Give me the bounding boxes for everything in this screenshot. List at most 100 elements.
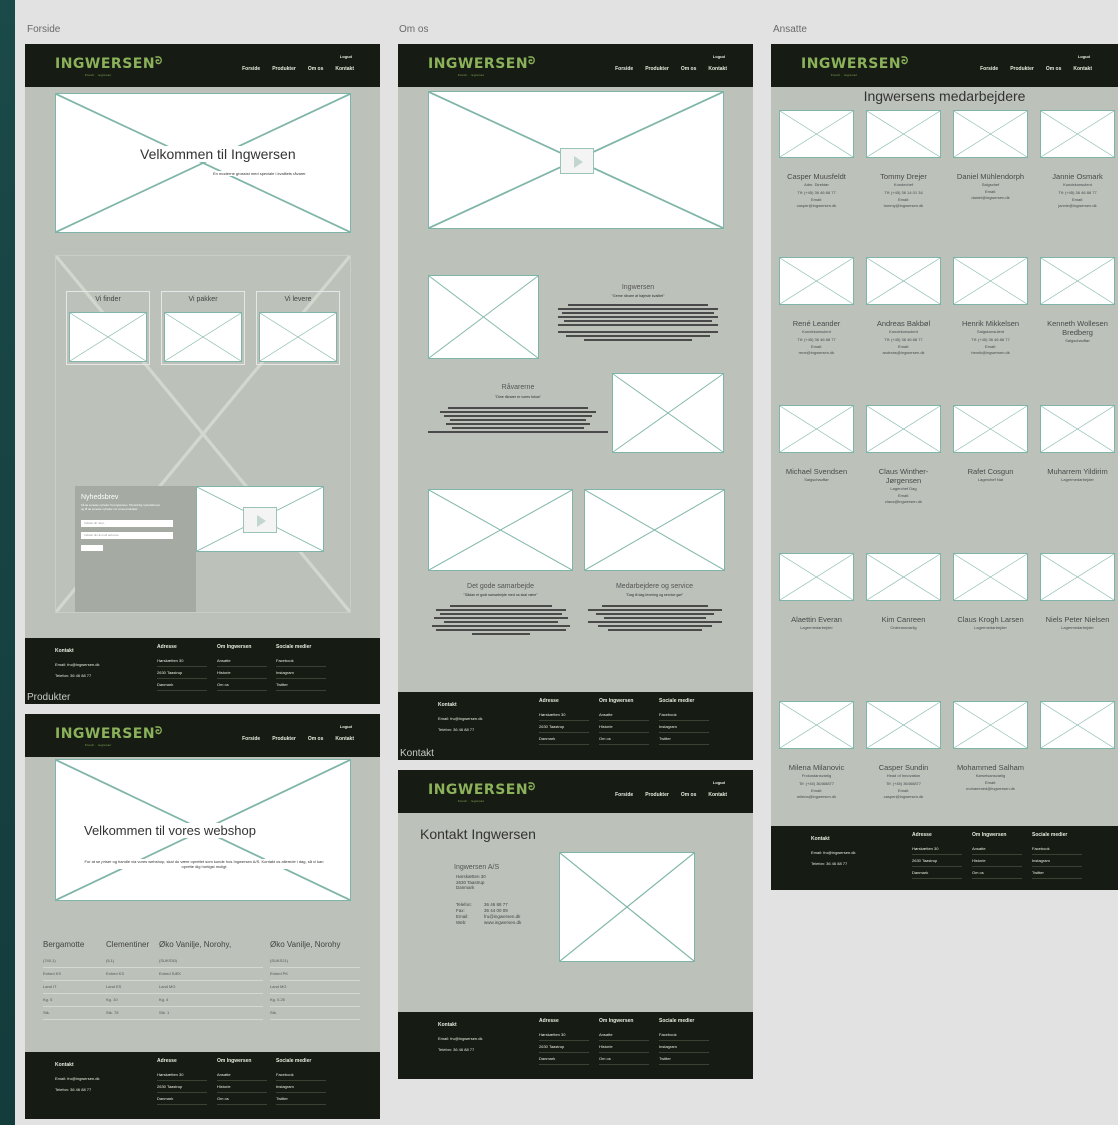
nav-om-os[interactable]: Om os [1046,66,1062,72]
employee-phone[interactable]: Tlf: (+45) 36468877 [866,780,941,788]
nav-om-os[interactable]: Om os [681,792,697,798]
footer-link[interactable]: Instagram [659,1041,709,1053]
footer-link[interactable]: Historie [217,1081,267,1093]
footer-link[interactable]: Twitter [1032,867,1082,879]
footer-email[interactable]: Email: fru@ingwersen.dk [811,847,856,858]
footer-link[interactable]: Facebook [276,655,326,667]
logo[interactable]: INGWERSENᘒ [428,56,536,72]
logo[interactable]: INGWERSENᘒ [428,782,536,798]
nav-produkter[interactable]: Produkter [645,792,669,798]
play-icon[interactable] [243,507,277,533]
footer-col-title: Om Ingwersen [599,698,634,704]
logout-link[interactable]: Logud [340,54,352,59]
footer-link[interactable]: Historie [599,1041,649,1053]
nav-produkter[interactable]: Produkter [645,66,669,72]
employee-phone[interactable]: Tlf: (+45) 36 46 88 77 [866,336,941,344]
nav-forside[interactable]: Forside [242,736,260,742]
footer-email[interactable]: Email: fru@ingwersen.dk [55,1073,100,1084]
employee-email[interactable]: daniel@ingwersen.dk [953,195,1028,201]
logo[interactable]: INGWERSENᘒ [55,726,163,742]
employee-phone[interactable]: Tlf: (+45) 36 46 88 77 [779,336,854,344]
nav-kontakt[interactable]: Kontakt [335,736,354,742]
footer-link[interactable]: Historie [599,721,649,733]
logout-link[interactable]: Logud [340,724,352,729]
footer-link[interactable]: Instagram [276,667,326,679]
nav-kontakt[interactable]: Kontakt [708,792,727,798]
nav-forside[interactable]: Forside [615,66,633,72]
employee-phone[interactable]: Tlf: (+45) 36468877 [779,780,854,788]
employee-email[interactable]: casper@ingwersen.dk [866,794,941,800]
product-card[interactable]: Øko Vanilje, Norohy (SUKS21) Enhed PK Land … [270,940,360,1020]
footer-email[interactable]: Email: fru@ingwersen.dk [438,713,483,724]
footer-link[interactable]: Twitter [659,733,709,745]
logo[interactable]: INGWERSENᘒ [55,56,163,72]
nav-produkter[interactable]: Produkter [272,66,296,72]
footer-link[interactable]: Ansatte [599,1029,649,1041]
nav-produkter[interactable]: Produkter [272,736,296,742]
footer-link[interactable]: Om os [217,1093,267,1105]
nav-om-os[interactable]: Om os [308,736,324,742]
nav-kontakt[interactable]: Kontakt [335,66,354,72]
footer-link[interactable]: Om os [972,867,1022,879]
footer-link[interactable]: Historie [217,667,267,679]
nav-om-os[interactable]: Om os [681,66,697,72]
nav-kontakt[interactable]: Kontakt [708,66,727,72]
logo[interactable]: INGWERSENᘒ [801,56,909,72]
footer-link[interactable]: Om os [217,679,267,691]
footer-link[interactable]: Facebook [1032,843,1082,855]
employee-photo-placeholder [779,110,854,158]
employee-email[interactable]: claus@ingwersen.dk [866,499,941,505]
employee-email[interactable]: rene@ingwersen.dk [779,350,854,356]
employee-phone[interactable]: Tlf: (+45) 36 14 01 34 [866,189,941,197]
nav-forside[interactable]: Forside [242,66,260,72]
footer-link[interactable]: Instagram [1032,855,1082,867]
newsletter-video-placeholder[interactable] [196,486,324,552]
name-field[interactable]: Indtast dit navn [81,520,173,527]
subscribe-button[interactable] [81,545,103,551]
footer-link[interactable]: Ansatte [972,843,1022,855]
footer-link[interactable]: Om os [599,1053,649,1065]
employee-phone[interactable]: Tlf: (+45) 36 46 88 77 [953,336,1028,344]
web-value[interactable]: www.ingwersen.dk [484,920,521,925]
nav-om-os[interactable]: Om os [308,66,324,72]
phone-value[interactable]: 36 46 88 77 [484,902,508,907]
employee-email[interactable]: milena@ingwersen.dk [779,794,854,800]
employee-phone[interactable]: Tlf: (+45) 36 46 88 77 [779,189,854,197]
logout-link[interactable]: Logud [713,780,725,785]
employee-email[interactable]: jannie@ingwersen.dk [1040,203,1115,209]
footer-link[interactable]: Facebook [276,1069,326,1081]
footer-link[interactable]: Facebook [659,709,709,721]
footer-email[interactable]: Email: fru@ingwersen.dk [438,1033,483,1044]
footer-link[interactable]: Twitter [276,1093,326,1105]
footer-link[interactable]: Ansatte [599,709,649,721]
product-card[interactable]: Øko Vanilje, Norohy, (SUKS30) Enhed SÆK Lan… [159,940,263,1020]
footer-email[interactable]: Email: fru@ingwersen.dk [55,659,100,670]
footer-link[interactable]: Instagram [659,721,709,733]
employee-name: Alaettin Everan [791,615,842,624]
footer-link[interactable]: Twitter [276,679,326,691]
employee-email[interactable]: tommy@ingwersen.dk [866,203,941,209]
employee-email[interactable]: andreas@ingwersen.dk [866,350,941,356]
employee-email[interactable]: casper@ingwersen.dk [779,203,854,209]
footer-link[interactable]: Instagram [276,1081,326,1093]
nav-kontakt[interactable]: Kontakt [1073,66,1092,72]
nav-forside[interactable]: Forside [615,792,633,798]
footer-col-title: Adresse [539,1018,559,1024]
play-icon[interactable] [560,148,594,174]
employee-phone[interactable]: Tlf: (+45) 36 46 88 77 [1040,189,1115,197]
about-video-placeholder[interactable] [428,91,724,229]
footer-link[interactable]: Ansatte [217,1069,267,1081]
logout-link[interactable]: Logud [713,54,725,59]
footer-link[interactable]: Facebook [659,1029,709,1041]
email-field[interactable]: Indtast din E-mail adresse [81,532,173,539]
employee-email[interactable]: henrik@ingwersen.dk [953,350,1028,356]
footer-link[interactable]: Historie [972,855,1022,867]
email-value[interactable]: fru@ingwersen.dk [484,914,520,919]
nav-produkter[interactable]: Produkter [1010,66,1034,72]
nav-forside[interactable]: Forside [980,66,998,72]
logout-link[interactable]: Logud [1078,54,1090,59]
footer-link[interactable]: Ansatte [217,655,267,667]
footer-link[interactable]: Om os [599,733,649,745]
footer-link[interactable]: Twitter [659,1053,709,1065]
employee-email[interactable]: mohammed@ingwersen.dk [953,786,1028,792]
